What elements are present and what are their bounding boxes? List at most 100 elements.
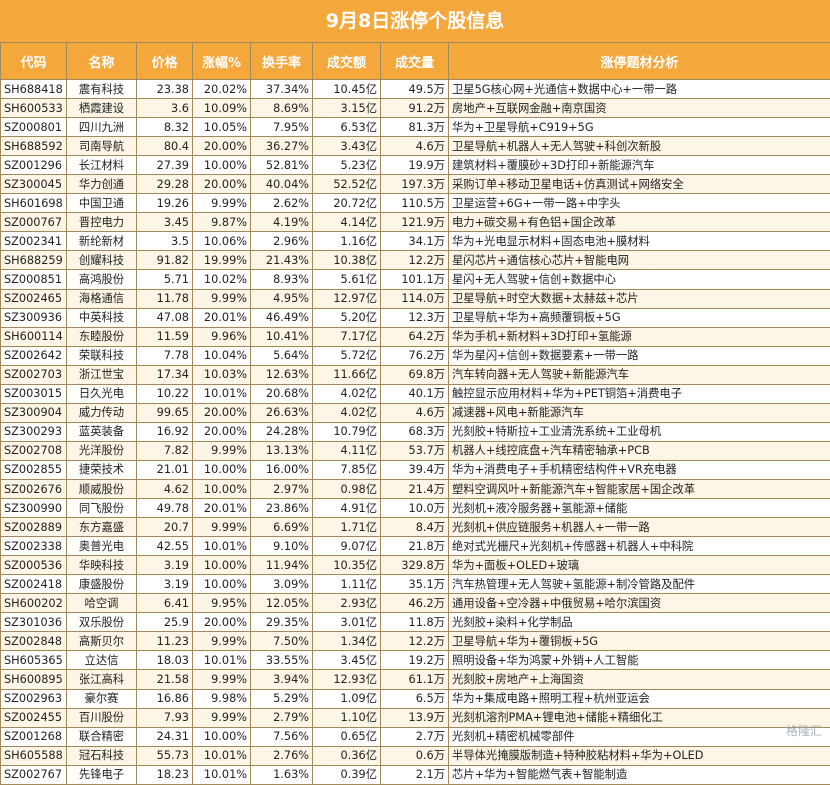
cell-volume: 10.0万 [381,499,449,518]
cell-change: 9.99% [193,670,251,689]
cell-price: 3.19 [137,575,193,594]
cell-volume: 35.1万 [381,575,449,594]
cell-name: 栖霞建设 [67,99,137,118]
cell-amount: 52.52亿 [313,175,381,194]
cell-theme: 卫星导航+机器人+无人驾驶+科创次新股 [449,137,830,156]
cell-price: 29.28 [137,175,193,194]
cell-volume: 4.6万 [381,403,449,422]
cell-price: 27.39 [137,156,193,175]
cell-turnover-rate: 46.49% [251,308,313,327]
cell-code: SZ002341 [1,232,67,251]
cell-volume: 76.2万 [381,346,449,365]
cell-price: 16.86 [137,689,193,708]
cell-change: 10.00% [193,460,251,479]
cell-name: 张江高科 [67,670,137,689]
cell-price: 18.03 [137,651,193,670]
cell-volume: 39.4万 [381,460,449,479]
cell-turnover-rate: 2.62% [251,194,313,213]
cell-amount: 10.79亿 [313,422,381,441]
cell-code: SZ000801 [1,118,67,137]
cell-amount: 2.93亿 [313,594,381,613]
cell-amount: 12.93亿 [313,670,381,689]
cell-price: 3.6 [137,99,193,118]
cell-code: SH600533 [1,99,67,118]
cell-change: 20.00% [193,137,251,156]
cell-code: SZ003015 [1,384,67,403]
cell-change: 19.99% [193,251,251,270]
cell-change: 20.00% [193,422,251,441]
cell-turnover-rate: 4.19% [251,213,313,232]
cell-name: 华映科技 [67,556,137,575]
table-row: SZ000801四川九洲8.3210.05%7.95%6.53亿81.3万华为+… [1,118,830,137]
cell-name: 荣联科技 [67,346,137,365]
cell-price: 8.32 [137,118,193,137]
cell-amount: 4.02亿 [313,403,381,422]
cell-volume: 19.2万 [381,651,449,670]
cell-price: 18.23 [137,765,193,784]
cell-volume: 110.5万 [381,194,449,213]
cell-price: 7.82 [137,441,193,460]
table-row: SH605588冠石科技55.7310.01%2.76%0.36亿0.6万半导体… [1,746,830,765]
table-row: SZ000536华映科技3.1910.00%11.94%10.35亿329.8万… [1,556,830,575]
cell-theme: 照明设备+华为鸿蒙+外销+人工智能 [449,651,830,670]
cell-code: SZ002703 [1,365,67,384]
cell-name: 冠石科技 [67,746,137,765]
cell-price: 4.62 [137,479,193,498]
cell-turnover-rate: 24.28% [251,422,313,441]
cell-price: 49.78 [137,499,193,518]
cell-name: 司南导航 [67,137,137,156]
cell-code: SZ300045 [1,175,67,194]
table-row: SH600895张江高科21.589.99%3.94%12.93亿61.1万光刻… [1,670,830,689]
cell-theme: 星闪芯片+通信核心芯片+智能电网 [449,251,830,270]
cell-code: SZ002338 [1,537,67,556]
cell-turnover-rate: 8.69% [251,99,313,118]
cell-theme: 华为+面板+OLED+玻璃 [449,556,830,575]
cell-volume: 197.3万 [381,175,449,194]
table-row: SZ003015日久光电10.2210.01%20.68%4.02亿40.1万触… [1,384,830,403]
cell-theme: 华为+消费电子+手机精密结构件+VR充电器 [449,460,830,479]
table-row: SZ002889东方嘉盛20.79.99%6.69%1.71亿8.4万光刻机+供… [1,518,830,537]
table-row: SZ002455百川股份7.939.99%2.79%1.10亿13.9万光刻机溶… [1,708,830,727]
cell-change: 9.99% [193,194,251,213]
cell-theme: 卫星导航+华为+覆铜板+5G [449,632,830,651]
cell-name: 华力创通 [67,175,137,194]
header-code: 代码 [1,43,67,80]
table-row: SZ002703浙江世宝17.3410.03%12.63%11.66亿69.8万… [1,365,830,384]
cell-amount: 4.14亿 [313,213,381,232]
cell-turnover-rate: 2.96% [251,232,313,251]
cell-code: SH605588 [1,746,67,765]
cell-code: SH600114 [1,327,67,346]
cell-theme: 光刻胶+染料+化学制品 [449,613,830,632]
table-row: SZ002341新纶新材3.510.06%2.96%1.16亿34.1万华为+光… [1,232,830,251]
cell-amount: 9.07亿 [313,537,381,556]
cell-change: 9.99% [193,441,251,460]
cell-turnover-rate: 8.93% [251,270,313,289]
cell-amount: 7.85亿 [313,460,381,479]
cell-volume: 21.4万 [381,479,449,498]
cell-theme: 减速器+风电+新能源汽车 [449,403,830,422]
cell-theme: 光刻机+供应链服务+机器人+一带一路 [449,518,830,537]
cell-amount: 0.65亿 [313,727,381,746]
cell-turnover-rate: 20.68% [251,384,313,403]
table-row: SZ002418康盛股份3.1910.00%3.09%1.11亿35.1万汽车热… [1,575,830,594]
cell-turnover-rate: 6.69% [251,518,313,537]
cell-amount: 3.45亿 [313,651,381,670]
cell-code: SZ002855 [1,460,67,479]
cell-volume: 19.9万 [381,156,449,175]
table-row: SZ001296长江材料27.3910.00%52.81%5.23亿19.9万建… [1,156,830,175]
cell-theme: 华为+卫星导航+C919+5G [449,118,830,137]
cell-volume: 68.3万 [381,422,449,441]
cell-name: 中英科技 [67,308,137,327]
cell-amount: 20.72亿 [313,194,381,213]
cell-theme: 机器人+线控底盘+汽车精密轴承+PCB [449,441,830,460]
cell-price: 42.55 [137,537,193,556]
cell-price: 55.73 [137,746,193,765]
table-row: SZ300293蓝英装备16.9220.00%24.28%10.79亿68.3万… [1,422,830,441]
cell-theme: 卫星导航+时空大数据+太赫兹+芯片 [449,289,830,308]
cell-change: 10.00% [193,556,251,575]
cell-change: 10.00% [193,727,251,746]
cell-theme: 芯片+华为+智能燃气表+智能制造 [449,765,830,784]
cell-name: 同飞股份 [67,499,137,518]
table-row: SH601698中国卫通19.269.99%2.62%20.72亿110.5万卫… [1,194,830,213]
cell-code: SZ002455 [1,708,67,727]
